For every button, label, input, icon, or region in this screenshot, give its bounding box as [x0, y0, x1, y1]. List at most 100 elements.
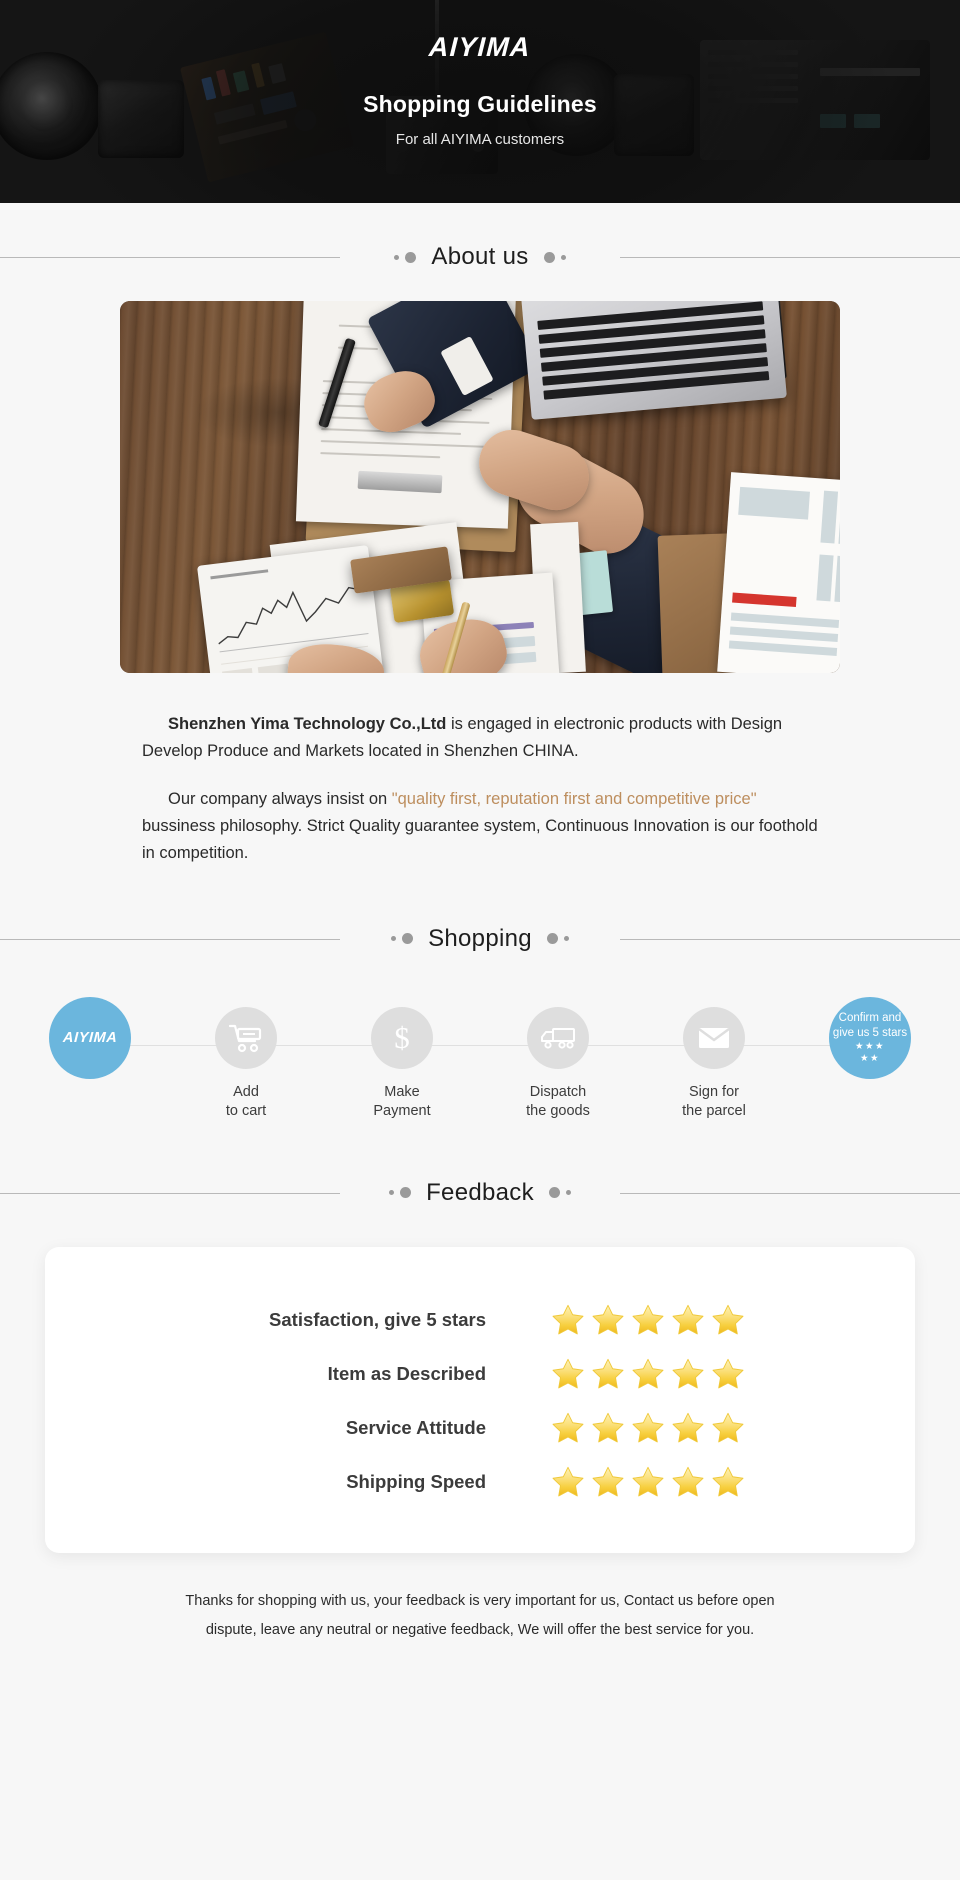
star-icon: [712, 1304, 744, 1334]
aiyima-logo: AIYIMA: [428, 32, 532, 62]
feedback-row: Item as Described: [45, 1347, 915, 1401]
section-header-feedback: Feedback: [0, 1167, 960, 1219]
small-dot-icon: [389, 1190, 395, 1196]
step-label-line1: Dispatch: [529, 1083, 587, 1100]
step-sign-parcel[interactable]: Sign for the parcel: [654, 1006, 774, 1122]
section-title-about: About us: [431, 243, 529, 270]
footer-line-1: Thanks for shopping with us, your feedba…: [185, 1592, 775, 1609]
star-icon: [712, 1466, 744, 1496]
star-icon: [712, 1412, 744, 1442]
star-icon: [672, 1304, 704, 1334]
feedback-row: Service Attitude: [45, 1401, 915, 1455]
step-label-line2: the goods: [526, 1103, 590, 1120]
star-icon: [592, 1466, 624, 1496]
feedback-star-rating[interactable]: [550, 1464, 770, 1500]
about-quote: "quality first, reputation first and com…: [391, 790, 757, 809]
heading-dots-left: [394, 251, 417, 263]
heading-dots-right: [546, 933, 569, 945]
about-paragraph-1: Shenzhen Yima Technology Co.,Ltd is enga…: [142, 711, 818, 764]
section-header-shopping: Shopping: [0, 913, 960, 965]
sign-circle: [683, 1006, 745, 1069]
aiyima-logo-icon: AIYIMA: [62, 1029, 118, 1046]
step-label-line2: to cart: [225, 1103, 267, 1120]
small-dot-icon: [565, 1190, 571, 1196]
divider-line-left: [0, 257, 340, 258]
star-icon: [592, 1304, 624, 1334]
heading-dots-right: [548, 1187, 571, 1199]
feedback-label: Shipping Speed: [346, 1470, 486, 1492]
divider-line-left: [0, 938, 340, 940]
star-icon: [632, 1466, 664, 1496]
banner-text-block: AIYIMA Shopping Guidelines For all AIYIM…: [0, 0, 960, 203]
star-icon: [632, 1358, 664, 1388]
small-dot-icon: [391, 936, 397, 942]
company-name: Shenzhen Yima Technology Co.,Ltd: [168, 715, 447, 733]
step-dispatch[interactable]: Dispatch the goods: [498, 1006, 618, 1122]
step-confirm[interactable]: Confirm and give us 5 stars ★★★ ★★: [810, 996, 930, 1079]
step-label-line1: Add: [233, 1083, 259, 1100]
section-header-about: About us: [0, 231, 960, 283]
divider-line-right: [620, 257, 960, 258]
star-icon: [632, 1304, 664, 1334]
large-dot-icon: [546, 933, 558, 945]
star-icon: [712, 1358, 744, 1388]
confirm-stars-row1: ★★★: [854, 1041, 886, 1052]
step-label-line1: Sign for: [689, 1083, 739, 1100]
about-p2-pre: Our company always insist on: [168, 790, 392, 809]
step-brand: AIYIMA: [30, 996, 150, 1079]
star-icon: [552, 1358, 584, 1388]
feedback-star-rating[interactable]: [550, 1302, 770, 1338]
large-dot-icon: [400, 1187, 412, 1199]
footer-line-2: dispute, leave any neutral or negative f…: [205, 1621, 755, 1638]
heading-dots-left: [391, 933, 414, 945]
star-icon: [552, 1304, 584, 1334]
star-icon: [592, 1358, 624, 1388]
spreadsheet-paper-right: [717, 472, 840, 673]
banner-subtitle: For all AIYIMA customers: [395, 131, 565, 148]
step-make-payment[interactable]: $ Make Payment: [342, 1006, 462, 1122]
feedback-label: Item as Described: [327, 1362, 486, 1384]
star-icon: [672, 1412, 704, 1442]
step-label-add-to-cart: Add to cart: [226, 1083, 266, 1122]
page-banner: AIYIMA Shopping Guidelines For all AIYIM…: [0, 0, 960, 203]
shopping-cart-icon: [229, 1024, 262, 1052]
small-dot-icon: [560, 254, 566, 260]
about-p2-post: bussiness philosophy. Strict Quality gua…: [142, 817, 818, 862]
star-icon: [592, 1412, 624, 1442]
step-label-sign-parcel: Sign for the parcel: [682, 1083, 746, 1122]
aiyima-brand-circle: AIYIMA: [49, 996, 131, 1079]
banner-title: Shopping Guidelines: [363, 91, 597, 117]
feedback-label: Service Attitude: [345, 1416, 486, 1438]
truck-icon: [541, 1027, 575, 1049]
step-label-make-payment: Make Payment: [373, 1083, 430, 1122]
star-icon: [672, 1358, 704, 1388]
feedback-star-rating[interactable]: [550, 1356, 770, 1392]
star-icon: [632, 1412, 664, 1442]
about-hero-photo: [120, 301, 840, 673]
divider-line-right: [620, 938, 960, 940]
feedback-card: Satisfaction, give 5 stars Item as Descr…: [45, 1246, 915, 1553]
confirm-circle-text: Confirm and give us 5 stars ★★★ ★★: [833, 1011, 907, 1064]
feedback-star-rating[interactable]: [550, 1410, 770, 1446]
large-dot-icon: [405, 251, 417, 263]
large-dot-icon: [548, 1187, 560, 1199]
large-dot-icon: [543, 251, 555, 263]
about-paragraphs: Shenzhen Yima Technology Co.,Ltd is enga…: [142, 711, 818, 867]
divider-line-right: [620, 1192, 960, 1194]
divider-line-left: [0, 1192, 340, 1194]
small-dot-icon: [394, 254, 400, 260]
feedback-label: Satisfaction, give 5 stars: [269, 1308, 486, 1330]
star-icon: [552, 1466, 584, 1496]
cart-circle: [215, 1006, 277, 1069]
step-add-to-cart[interactable]: Add to cart: [186, 1006, 306, 1122]
step-label-dispatch: Dispatch the goods: [526, 1083, 590, 1122]
large-dot-icon: [402, 933, 414, 945]
envelope-icon: [698, 1027, 730, 1048]
feedback-row: Satisfaction, give 5 stars: [45, 1293, 915, 1347]
feedback-row: Shipping Speed: [45, 1455, 915, 1509]
confirm-stars-row2: ★★: [859, 1052, 881, 1064]
section-title-shopping: Shopping: [428, 924, 532, 952]
step-label-line2: Payment: [373, 1103, 431, 1120]
confirm-line1: Confirm and: [838, 1012, 902, 1025]
star-icon: [552, 1412, 584, 1442]
